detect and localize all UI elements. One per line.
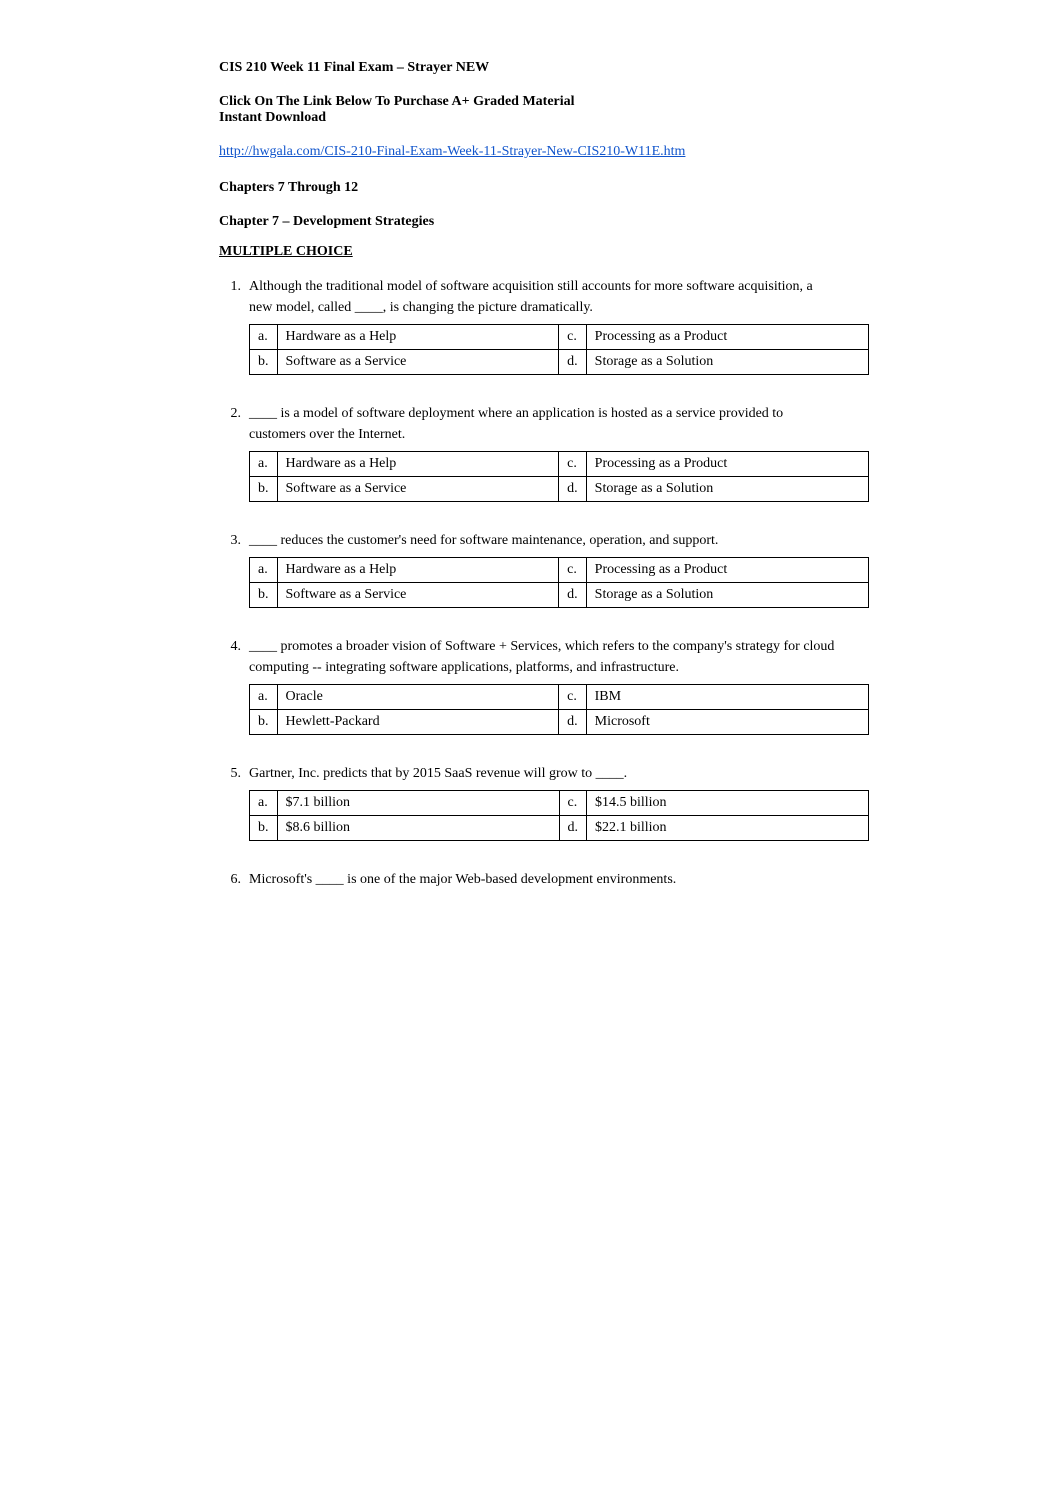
answer-table-2: a.Hardware as a Helpc.Processing as a Pr… xyxy=(249,451,869,502)
answer-text-d-4: Microsoft xyxy=(586,710,868,735)
question-body-5: Gartner, Inc. predicts that by 2015 SaaS… xyxy=(249,763,839,784)
answer-label-b-4: b. xyxy=(250,710,278,735)
answer-label-d-3: d. xyxy=(559,583,587,608)
answer-label-a-4: a. xyxy=(250,685,278,710)
table-row: a.Oraclec.IBM xyxy=(250,685,869,710)
table-row: a.Hardware as a Helpc.Processing as a Pr… xyxy=(250,325,869,350)
answer-text-a-3: Hardware as a Help xyxy=(277,558,559,583)
question-2: 2.____ is a model of software deployment… xyxy=(219,403,839,502)
answer-table-3: a.Hardware as a Helpc.Processing as a Pr… xyxy=(249,557,869,608)
section-title: MULTIPLE CHOICE xyxy=(219,244,839,260)
link-block: http://hwgala.com/CIS-210-Final-Exam-Wee… xyxy=(219,144,839,160)
answer-text-a-2: Hardware as a Help xyxy=(277,452,559,477)
table-row: b.Software as a Serviced.Storage as a So… xyxy=(250,477,869,502)
question-body-2: ____ is a model of software deployment w… xyxy=(249,403,839,445)
answer-label-c-1: c. xyxy=(559,325,587,350)
questions-container: 1.Although the traditional model of soft… xyxy=(219,276,839,890)
answer-text-c-3: Processing as a Product xyxy=(586,558,868,583)
page-title: CIS 210 Week 11 Final Exam – Strayer NEW xyxy=(219,60,839,76)
question-1: 1.Although the traditional model of soft… xyxy=(219,276,839,375)
answer-text-c-2: Processing as a Product xyxy=(586,452,868,477)
page-container: CIS 210 Week 11 Final Exam – Strayer NEW… xyxy=(139,0,919,978)
answer-label-a-2: a. xyxy=(250,452,278,477)
question-body-3: ____ reduces the customer's need for sof… xyxy=(249,530,839,551)
answer-table-1: a.Hardware as a Helpc.Processing as a Pr… xyxy=(249,324,869,375)
answer-text-c-5: $14.5 billion xyxy=(587,791,869,816)
answer-label-d-2: d. xyxy=(559,477,587,502)
answer-text-d-5: $22.1 billion xyxy=(587,816,869,841)
answer-label-d-4: d. xyxy=(559,710,587,735)
purchase-line2: Instant Download xyxy=(219,110,839,126)
answer-text-d-1: Storage as a Solution xyxy=(586,350,868,375)
answer-label-b-2: b. xyxy=(250,477,278,502)
answer-text-d-2: Storage as a Solution xyxy=(586,477,868,502)
answer-label-a-3: a. xyxy=(250,558,278,583)
purchase-line1: Click On The Link Below To Purchase A+ G… xyxy=(219,94,839,110)
question-6: 6. Microsoft's ____ is one of the major W… xyxy=(219,869,839,890)
question-num-1: 1. xyxy=(219,276,241,318)
question-5: 5. Gartner, Inc. predicts that by 2015 Sa… xyxy=(219,763,839,841)
answer-label-b-5: b. xyxy=(250,816,278,841)
question-num-4: 4. xyxy=(219,636,241,678)
answer-text-a-1: Hardware as a Help xyxy=(277,325,559,350)
answer-text-a-4: Oracle xyxy=(277,685,559,710)
answer-label-d-1: d. xyxy=(559,350,587,375)
question-3: 3. ____ reduces the customer's need for s… xyxy=(219,530,839,608)
table-row: a.Hardware as a Helpc.Processing as a Pr… xyxy=(250,452,869,477)
answer-label-c-5: c. xyxy=(559,791,587,816)
answer-text-d-3: Storage as a Solution xyxy=(586,583,868,608)
answer-label-d-5: d. xyxy=(559,816,587,841)
question-num-2: 2. xyxy=(219,403,241,445)
answer-text-c-1: Processing as a Product xyxy=(586,325,868,350)
chapters-range: Chapters 7 Through 12 xyxy=(219,180,839,196)
answer-label-a-5: a. xyxy=(250,791,278,816)
question-body-4: ____ promotes a broader vision of Softwa… xyxy=(249,636,839,678)
answer-text-b-5: $8.6 billion xyxy=(277,816,559,841)
answer-table-4: a.Oraclec.IBMb.Hewlett-Packardd.Microsof… xyxy=(249,684,869,735)
purchase-block: Click On The Link Below To Purchase A+ G… xyxy=(219,94,839,126)
answer-text-b-1: Software as a Service xyxy=(277,350,559,375)
question-num-5: 5. xyxy=(219,763,241,784)
answer-label-b-3: b. xyxy=(250,583,278,608)
answer-label-c-3: c. xyxy=(559,558,587,583)
question-num-6: 6. xyxy=(219,869,241,890)
purchase-link[interactable]: http://hwgala.com/CIS-210-Final-Exam-Wee… xyxy=(219,144,685,159)
question-body-6: Microsoft's ____ is one of the major Web… xyxy=(249,869,839,890)
question-num-3: 3. xyxy=(219,530,241,551)
chapter-title: Chapter 7 – Development Strategies xyxy=(219,214,839,230)
table-row: a.$7.1 billionc.$14.5 billion xyxy=(250,791,869,816)
answer-label-c-2: c. xyxy=(559,452,587,477)
question-4: 4.____ promotes a broader vision of Soft… xyxy=(219,636,839,735)
answer-text-c-4: IBM xyxy=(586,685,868,710)
answer-text-b-2: Software as a Service xyxy=(277,477,559,502)
answer-label-a-1: a. xyxy=(250,325,278,350)
table-row: b.Hewlett-Packardd.Microsoft xyxy=(250,710,869,735)
table-row: a.Hardware as a Helpc.Processing as a Pr… xyxy=(250,558,869,583)
answer-label-c-4: c. xyxy=(559,685,587,710)
answer-text-b-3: Software as a Service xyxy=(277,583,559,608)
answer-text-a-5: $7.1 billion xyxy=(277,791,559,816)
answer-label-b-1: b. xyxy=(250,350,278,375)
table-row: b.Software as a Serviced.Storage as a So… xyxy=(250,350,869,375)
table-row: b.Software as a Serviced.Storage as a So… xyxy=(250,583,869,608)
question-body-1: Although the traditional model of softwa… xyxy=(249,276,839,318)
table-row: b.$8.6 billiond.$22.1 billion xyxy=(250,816,869,841)
answer-text-b-4: Hewlett-Packard xyxy=(277,710,559,735)
answer-table-5: a.$7.1 billionc.$14.5 billionb.$8.6 bill… xyxy=(249,790,869,841)
